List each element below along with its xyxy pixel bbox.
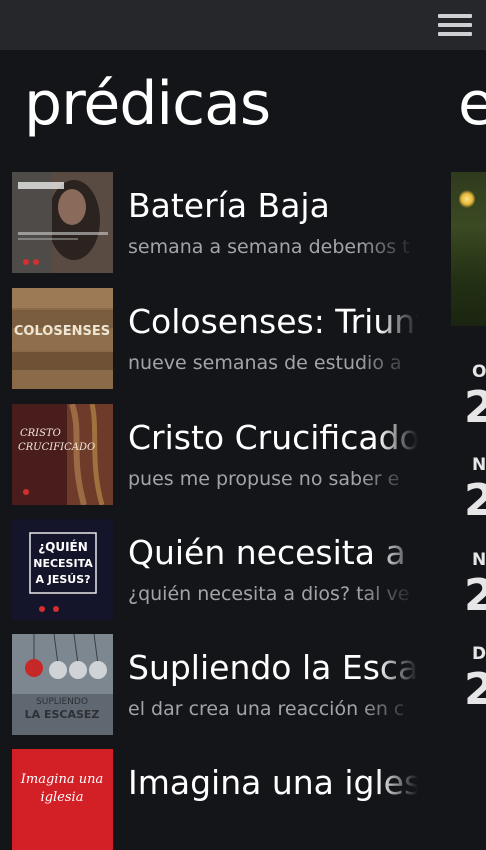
event-month: D <box>472 644 486 664</box>
thumb-text: ¿QUIÉN <box>38 539 88 554</box>
thumb-text: CRUCIFICADO <box>18 442 95 453</box>
event-image-peek[interactable] <box>451 172 486 326</box>
sermon-thumbnail: CRISTO CRUCIFICADO <box>12 404 113 505</box>
thumb-text: NECESITA <box>33 557 93 570</box>
sermon-thumbnail: COLOSENSES <box>12 288 113 389</box>
event-day: 2 <box>464 664 486 715</box>
sermon-thumbnail <box>12 172 113 273</box>
event-day: 2 <box>464 475 486 526</box>
sermon-subtitle: nueve semanas de estudio a <box>128 352 402 374</box>
thumb-text: Imagina una <box>20 772 103 787</box>
thumb-text: SUPLIENDO <box>36 697 88 707</box>
thumb-text: iglesia <box>41 790 84 805</box>
app-bar <box>0 0 486 50</box>
sermon-title: Colosenses: Triunfa <box>128 302 418 341</box>
sermon-item[interactable]: CRISTO CRUCIFICADO Cristo Crucificado pu… <box>12 404 418 505</box>
event-day: 2 <box>464 382 486 433</box>
thumb-text: COLOSENSES <box>14 324 110 339</box>
sermon-title: Supliendo la Escase <box>128 648 418 687</box>
sermon-subtitle: pues me propuse no saber e <box>128 468 400 490</box>
event-month: O <box>472 362 486 382</box>
thumb-text: LA ESCASEZ <box>25 708 100 721</box>
sermon-item[interactable]: ¿QUIÉN NECESITA A JESÚS? Quién necesita … <box>12 519 418 620</box>
sermon-item[interactable]: Imagina una iglesia Imagina una iglesia <box>12 749 418 850</box>
sermon-subtitle: semana a semana debemos t <box>128 236 410 258</box>
event-month: N <box>472 550 486 570</box>
sermon-subtitle: ¿quién necesita a dios? tal ve <box>128 583 410 605</box>
sermon-title: Quién necesita a D <box>128 533 418 572</box>
sermon-thumbnail: ¿QUIÉN NECESITA A JESÚS? <box>12 519 113 620</box>
thumb-text: A JESÚS? <box>35 573 90 586</box>
sermon-item[interactable]: SUPLIENDO LA ESCASEZ Supliendo la Escase… <box>12 634 418 735</box>
sermon-item[interactable]: COLOSENSES Colosenses: Triunfa nueve sem… <box>12 288 418 389</box>
sermon-subtitle: el dar crea una reacción en c <box>128 698 405 720</box>
sermon-item[interactable]: Batería Baja semana a semana debemos t <box>12 172 418 273</box>
sermon-title: Cristo Crucificado <box>128 418 418 457</box>
sermon-thumbnail: Imagina una iglesia <box>12 749 113 850</box>
light-glow <box>459 190 475 208</box>
hamburger-menu-icon[interactable] <box>438 12 472 38</box>
thumb-text: CRISTO <box>20 428 61 439</box>
page-title: prédicas <box>24 69 271 139</box>
sermon-title: Imagina una iglesia <box>128 763 418 802</box>
event-day: 2 <box>464 570 486 621</box>
event-month: N <box>472 455 486 475</box>
next-pivot-title-peek[interactable]: e <box>458 64 486 144</box>
sermon-thumbnail: SUPLIENDO LA ESCASEZ <box>12 634 113 735</box>
sermon-title: Batería Baja <box>128 186 330 225</box>
